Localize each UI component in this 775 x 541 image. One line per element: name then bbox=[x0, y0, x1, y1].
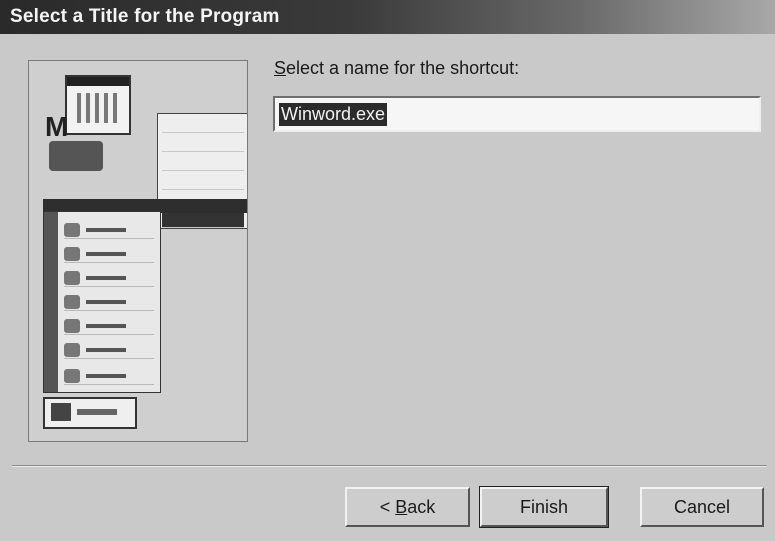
shortcut-name-value[interactable]: Winword.exe bbox=[279, 103, 388, 126]
illustration-folder-icon bbox=[49, 141, 103, 171]
button-separator bbox=[12, 465, 767, 467]
shortcut-name-field[interactable]: Winword.exe bbox=[273, 96, 761, 132]
prompt-mnemonic: S bbox=[274, 58, 287, 78]
cancel-button[interactable]: Cancel bbox=[640, 487, 764, 527]
start-menu-illustration: M bbox=[28, 60, 248, 442]
dialog-title: Select a Title for the Program bbox=[10, 6, 280, 27]
program-window-icon bbox=[65, 75, 131, 135]
finish-button[interactable]: Finish bbox=[479, 486, 609, 528]
illustration-letter-icon: M bbox=[45, 111, 69, 142]
name-prompt-label: Select a name for the shortcut: bbox=[274, 58, 520, 78]
illustration-start-button-icon bbox=[43, 397, 137, 429]
back-button[interactable]: < Back bbox=[345, 487, 470, 527]
wizard-dialog: Select a Title for the Program M Select … bbox=[0, 0, 775, 541]
illustration-start-menu bbox=[43, 211, 161, 393]
title-bar: Select a Title for the Program bbox=[0, 0, 775, 34]
